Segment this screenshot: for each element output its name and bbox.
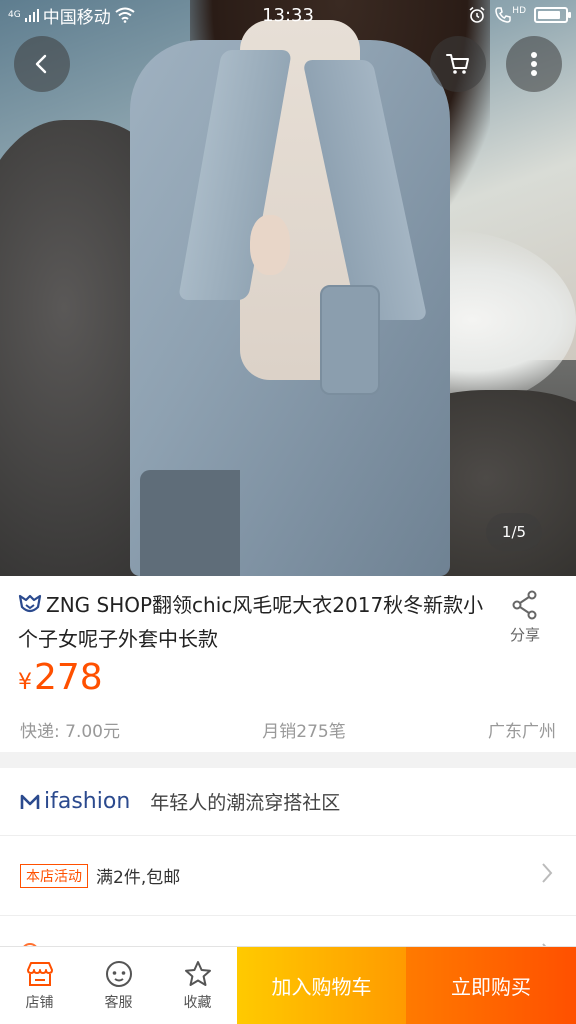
share-button[interactable]: 分享 [500, 590, 550, 645]
image-counter: 1/5 [486, 513, 542, 551]
hd-label: HD [512, 6, 526, 16]
more-vertical-icon [531, 52, 537, 76]
product-image[interactable]: 1/5 [0, 0, 576, 576]
chevron-right-icon [540, 861, 554, 891]
chevron-left-icon [35, 54, 47, 74]
more-button[interactable] [506, 36, 562, 92]
call-hd-icon [495, 7, 512, 23]
ifashion-logo-text: ifashion [44, 789, 131, 814]
shipping-fee: 快递: 7.00元 [20, 722, 120, 742]
cart-icon [446, 54, 469, 74]
shop-label: 店铺 [25, 994, 54, 1011]
network-type: 4G [8, 10, 21, 20]
model-skirt [140, 470, 240, 576]
ifashion-banner[interactable]: ifashion 年轻人的潮流穿搭社区 [0, 768, 576, 836]
ship-from-location: 广东广州 [488, 722, 556, 742]
customer-service-icon [105, 960, 132, 987]
battery-icon [534, 7, 571, 23]
currency-symbol: ¥ [18, 670, 32, 695]
shop-icon [26, 961, 53, 986]
add-to-cart-button[interactable]: 加入购物车 [237, 947, 406, 1024]
favorite-button[interactable]: 收藏 [158, 947, 237, 1024]
ifashion-mark-icon [20, 794, 40, 809]
ifashion-slogan: 年轻人的潮流穿搭社区 [150, 792, 341, 814]
customer-service-label: 客服 [104, 994, 133, 1011]
wifi-icon [115, 7, 135, 23]
carrier-name: 中国移动 [42, 7, 111, 28]
buy-now-button[interactable]: 立即购买 [406, 947, 576, 1024]
share-icon [512, 590, 537, 620]
bottom-action-bar: 店铺 客服 收藏 加入购物车 立即购买 [0, 946, 576, 1024]
promotion-tag: 本店活动 [20, 863, 88, 888]
share-label: 分享 [509, 626, 540, 644]
product-info-card: ZNG SHOP翻领chic风毛呢大衣2017秋冬新款小个子女呢子外套中长款 分… [0, 576, 576, 752]
customer-service-button[interactable]: 客服 [79, 947, 158, 1024]
promotion-text: 满2件,包邮 [96, 868, 181, 888]
star-icon [184, 960, 211, 986]
monthly-sales: 月销275笔 [262, 722, 346, 742]
coat-pocket [320, 285, 380, 395]
price-value: 278 [34, 657, 103, 698]
shop-promotion-row[interactable]: 本店活动 满2件,包邮 [0, 836, 576, 916]
shop-button[interactable]: 店铺 [0, 947, 79, 1024]
shop-badge-icon [18, 593, 42, 624]
status-bar: 4G 中国移动 13:33 HD [0, 0, 576, 30]
favorite-label: 收藏 [183, 994, 212, 1011]
product-price: ¥278 [18, 656, 103, 705]
back-button[interactable] [14, 36, 70, 92]
product-title: ZNG SHOP翻领chic风毛呢大衣2017秋冬新款小个子女呢子外套中长款 [18, 593, 484, 651]
cart-button[interactable] [430, 36, 486, 92]
product-meta-row: 快递: 7.00元 月销275笔 广东广州 [20, 717, 556, 742]
battery-level-fill [538, 11, 560, 19]
ifashion-logo: ifashion [20, 789, 130, 814]
model-hand [250, 215, 290, 275]
signal-icon [24, 9, 39, 22]
alarm-icon [469, 6, 485, 23]
product-title-block: ZNG SHOP翻领chic风毛呢大衣2017秋冬新款小个子女呢子外套中长款 [18, 590, 488, 655]
